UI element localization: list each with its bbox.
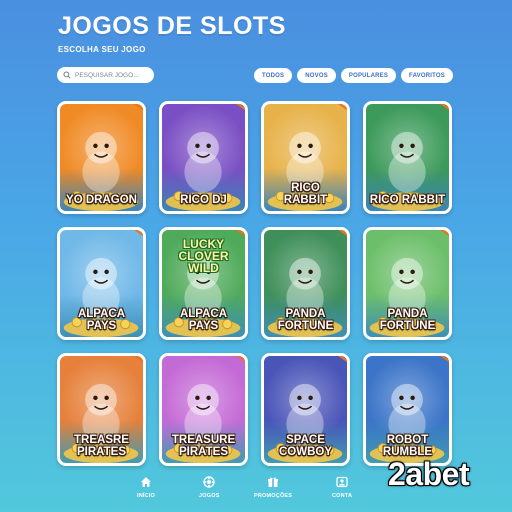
watermark: 2abet	[388, 456, 470, 492]
page-subtitle: ESCOLHA SEU JOGO	[58, 45, 146, 54]
game-card[interactable]: RICO RABBIT	[261, 101, 350, 214]
gift-icon	[267, 476, 279, 490]
game-card[interactable]: TREASURE PIRATES	[159, 353, 248, 466]
game-title: ROBOT RUMBLE	[382, 434, 433, 458]
nav-item-conta[interactable]: CONTA	[332, 476, 352, 499]
game-card[interactable]: RICO RABBIT	[363, 101, 452, 214]
games-icon	[203, 476, 215, 490]
nav-item-inicio[interactable]: INÍCIO	[137, 476, 155, 499]
nav-item-promocoes[interactable]: PROMOÇÕES	[254, 476, 292, 499]
game-title: ALPACA PAYS	[179, 308, 228, 332]
game-card[interactable]: YO DRAGON	[57, 101, 146, 214]
game-title: TREASURE PIRATES	[171, 434, 236, 458]
game-title: PANDA FORTUNE	[277, 308, 334, 332]
game-top-title: LUCKY CLOVER WILD	[178, 237, 229, 275]
home-icon	[140, 476, 152, 490]
game-card[interactable]: PANDA FORTUNE	[261, 227, 350, 340]
search-icon	[63, 66, 71, 84]
filter-chip-todos[interactable]: TODOS	[254, 68, 293, 83]
filter-chip-populares[interactable]: POPULARES	[340, 68, 397, 83]
games-grid: YO DRAGON RICO DJ RICO RABBIT RICO RABBI…	[57, 101, 452, 466]
game-title: RICO RABBIT	[369, 194, 446, 206]
game-title: YO DRAGON	[66, 194, 137, 206]
filter-chip-novos[interactable]: NOVOS	[297, 68, 336, 83]
game-card[interactable]: LUCKY CLOVER WILD ALPACA PAYS	[159, 227, 248, 340]
page-title: JOGOS DE SLOTS	[58, 12, 286, 40]
game-title: ALPACA PAYS	[77, 308, 126, 332]
nav-label-jogos: JOGOS	[199, 493, 220, 499]
search-bar[interactable]	[57, 67, 154, 83]
game-title: RICO DJ	[180, 194, 227, 206]
nav-item-jogos[interactable]: JOGOS	[199, 476, 220, 499]
game-card[interactable]: TREASRE PIRATES	[57, 353, 146, 466]
game-title: RICO RABBIT	[283, 182, 328, 206]
search-input[interactable]	[75, 71, 153, 79]
nav-label-promocoes: PROMOÇÕES	[254, 493, 293, 499]
filter-chips: TODOS NOVOS POPULARES FAVORITOS	[254, 68, 453, 83]
game-title: SPACE COWBOY	[278, 434, 333, 458]
game-card[interactable]: SPACE COWBOY	[261, 353, 350, 466]
game-card[interactable]: ALPACA PAYS	[57, 227, 146, 340]
account-icon	[336, 476, 348, 490]
nav-label-conta: CONTA	[332, 493, 353, 499]
nav-label-inicio: INÍCIO	[137, 493, 156, 499]
game-title: PANDA FORTUNE	[379, 308, 436, 332]
filter-chip-favoritos[interactable]: FAVORITOS	[401, 68, 453, 83]
game-card[interactable]: RICO DJ	[159, 101, 248, 214]
game-title: TREASRE PIRATES	[74, 434, 129, 458]
game-card[interactable]: PANDA FORTUNE	[363, 227, 452, 340]
game-card[interactable]: ROBOT RUMBLE	[363, 353, 452, 466]
